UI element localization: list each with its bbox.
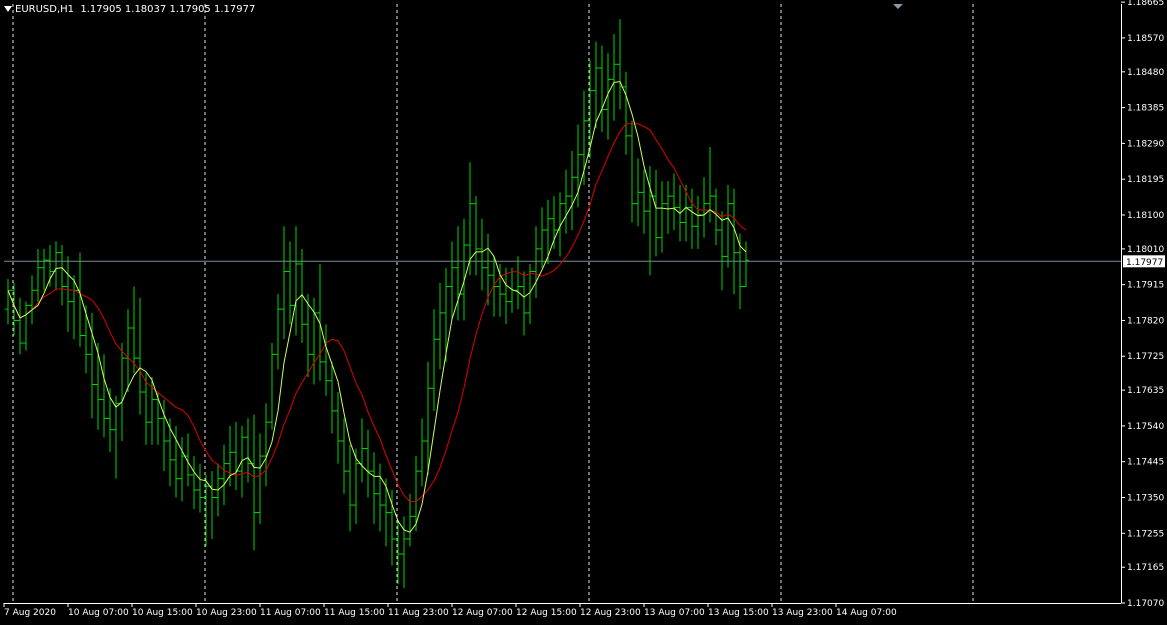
price-tick-label: 1.17540 (1127, 422, 1164, 432)
price-tick-label: 1.18290 (1127, 139, 1164, 149)
price-tick-label: 1.18385 (1127, 104, 1164, 114)
price-tick-label: 1.17165 (1127, 563, 1164, 573)
time-tick-label: 7 Aug 2020 (4, 608, 56, 618)
time-tick-label: 13 Aug 23:00 (772, 608, 833, 618)
time-tick-label: 11 Aug 23:00 (388, 608, 449, 618)
time-tick-label: 13 Aug 15:00 (708, 608, 769, 618)
chart-header: EURUSD,H1 1.17905 1.18037 1.17905 1.1797… (4, 4, 255, 15)
price-tick-label: 1.18665 (1127, 0, 1164, 8)
time-tick-label: 12 Aug 23:00 (580, 608, 641, 618)
time-tick-label: 14 Aug 07:00 (836, 608, 897, 618)
current-price-label: 1.17977 (1126, 258, 1163, 268)
price-tick-label: 1.17350 (1127, 494, 1164, 504)
price-tick-label: 1.17070 (1127, 599, 1164, 609)
price-tick-label: 1.17635 (1127, 386, 1164, 396)
time-tick-label: 10 Aug 07:00 (68, 608, 129, 618)
price-tick-label: 1.18195 (1127, 175, 1164, 185)
price-tick-label: 1.17820 (1127, 316, 1164, 326)
time-tick-label: 10 Aug 15:00 (132, 608, 193, 618)
symbol-timeframe-label: EURUSD,H1 (15, 4, 75, 15)
price-tick-label: 1.17915 (1127, 281, 1164, 291)
time-tick-label: 10 Aug 23:00 (196, 608, 257, 618)
time-tick-label: 12 Aug 15:00 (516, 608, 577, 618)
price-tick-label: 1.17255 (1127, 529, 1164, 539)
price-tick-label: 1.18570 (1127, 34, 1164, 44)
price-tick-label: 1.18100 (1127, 211, 1164, 221)
price-tick-label: 1.18010 (1127, 245, 1164, 255)
time-tick-label: 13 Aug 07:00 (644, 608, 705, 618)
price-tick-label: 1.17725 (1127, 352, 1164, 362)
time-tick-label: 11 Aug 15:00 (324, 608, 385, 618)
current-price-tag: 1.17977 (1123, 255, 1165, 268)
collapse-triangle-icon[interactable] (4, 6, 12, 12)
price-tick-label: 1.17445 (1127, 458, 1164, 468)
time-tick-label: 11 Aug 07:00 (260, 608, 321, 618)
time-tick-label: 12 Aug 07:00 (452, 608, 513, 618)
price-tick-label: 1.18480 (1127, 68, 1164, 78)
ohlc-readout: 1.17905 1.18037 1.17905 1.17977 (80, 4, 256, 15)
price-chart[interactable]: 1.18665 1.18570 1.18480 1.18385 1.18290 1.181… (0, 0, 1167, 625)
